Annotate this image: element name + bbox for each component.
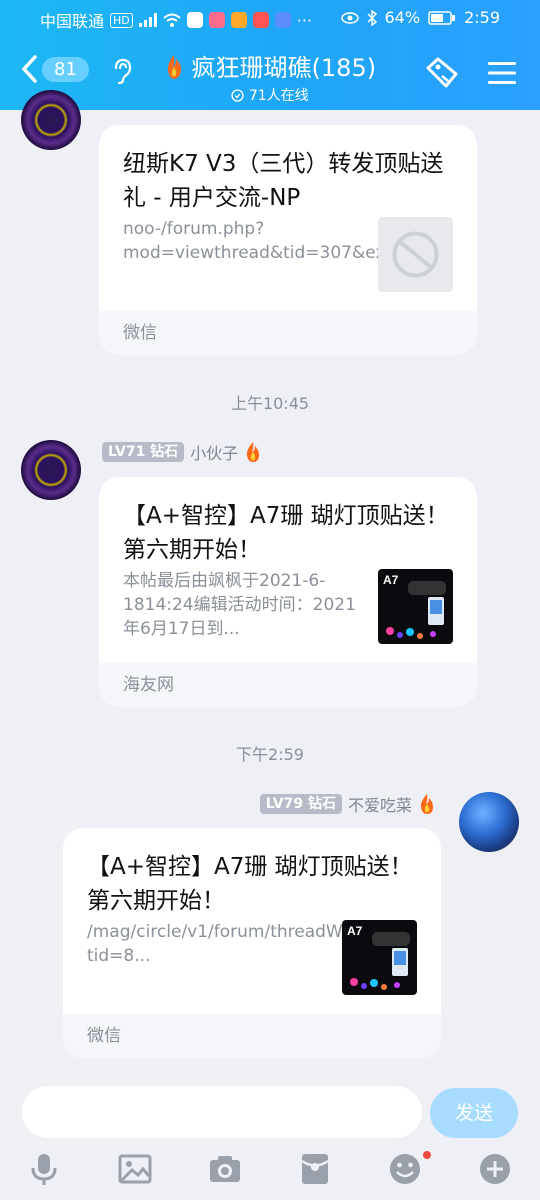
- card-source: 海友网: [99, 663, 477, 707]
- avatar[interactable]: [21, 90, 81, 150]
- timestamp: 下午2:59: [236, 745, 304, 764]
- fire-icon: [420, 794, 433, 814]
- shared-link-card[interactable]: 【A+智控】A7珊 瑚灯顶贴送！ 第六期开始！ /mag/circle/v1/f…: [63, 828, 441, 1058]
- battery-percent: 64%: [384, 8, 421, 27]
- notification-dot: [423, 1151, 431, 1159]
- online-count: 71人在线: [248, 88, 309, 104]
- sender-name[interactable]: 不爱吃菜: [348, 792, 412, 816]
- card-description: 本帖最后由飒枫于2021-6-1814:24编辑活动时间：2021年6月17日到…: [123, 571, 356, 639]
- placeholder-icon: [392, 231, 439, 278]
- app-notification-icon: [274, 12, 291, 28]
- app-notification-icon: [230, 12, 247, 28]
- card-description: noo-/forum.php?mod=viewthread&tid=307&ex…: [123, 219, 402, 263]
- send-button[interactable]: 发送: [430, 1088, 518, 1138]
- level-badge: LV79 钻石: [259, 794, 342, 814]
- card-title: 【A+智控】A7珊 瑚灯顶贴送！ 第六期开始！: [123, 503, 449, 563]
- fire-icon: [247, 442, 260, 462]
- link-thumbnail: A7: [378, 569, 453, 644]
- app-notification-icon: [208, 12, 225, 28]
- battery-icon: [428, 10, 456, 25]
- a7-product-image: A7: [347, 924, 410, 990]
- status-bar: 中国联通 HD ··· 64% 2:59: [0, 0, 540, 36]
- image-icon[interactable]: [118, 1152, 152, 1186]
- card-title: 【A+智控】A7珊 瑚灯顶贴送！ 第六期开始！: [87, 854, 413, 914]
- mic-icon[interactable]: [27, 1152, 61, 1186]
- avatar[interactable]: [21, 440, 81, 500]
- timestamp: 上午10:45: [230, 394, 310, 413]
- input-toolbar: [0, 1150, 540, 1200]
- link-thumbnail: [378, 217, 453, 292]
- card-source: 微信: [63, 1014, 441, 1058]
- menu-icon[interactable]: [488, 60, 516, 86]
- camera-icon[interactable]: [208, 1152, 242, 1186]
- shared-link-card[interactable]: 【A+智控】A7珊 瑚灯顶贴送！ 第六期开始！ 本帖最后由飒枫于2021-6-1…: [99, 477, 477, 707]
- message-input[interactable]: [22, 1086, 422, 1138]
- app-notification-icon: [186, 12, 203, 28]
- plus-icon[interactable]: [478, 1152, 512, 1186]
- thumb-label: A7: [347, 924, 363, 938]
- card-source: 微信: [99, 311, 477, 355]
- tag-icon[interactable]: [424, 56, 460, 90]
- thumb-label: A7: [383, 573, 399, 587]
- chat-title: 疯狂珊瑚礁(185): [191, 54, 377, 82]
- level-badge: LV71 钻石: [102, 442, 185, 462]
- bluetooth-icon: [366, 9, 377, 26]
- app-notification-icon: [252, 12, 269, 28]
- carrier-label: 中国联通: [40, 12, 105, 31]
- eye-icon: [340, 11, 359, 24]
- chat-header: 中国联通 HD ··· 64% 2:59 81 疯狂珊瑚礁(185) 71人在线: [0, 0, 540, 110]
- fire-icon: [167, 55, 181, 79]
- hd-badge: HD: [110, 12, 133, 28]
- wifi-icon: [163, 13, 181, 27]
- red-packet-icon[interactable]: [298, 1152, 332, 1186]
- sender-name[interactable]: 小伙子: [190, 440, 238, 464]
- a7-product-image: A7: [383, 573, 446, 639]
- check-circle-icon: [231, 89, 245, 102]
- signal-icon: [138, 13, 157, 27]
- card-title: 纽斯K7 V3（三代）转发顶贴送礼 - 用户交流-NP: [123, 151, 444, 211]
- avatar[interactable]: [459, 792, 519, 852]
- card-description: /mag/circle/v1/forum/threadWapPage?tid=8…: [87, 922, 414, 966]
- clock: 2:59: [464, 8, 500, 27]
- emoji-icon[interactable]: [388, 1152, 422, 1186]
- more-notifications: ···: [296, 10, 313, 30]
- shared-link-card[interactable]: 纽斯K7 V3（三代）转发顶贴送礼 - 用户交流-NP noo-/forum.p…: [99, 125, 477, 355]
- link-thumbnail: A7: [342, 920, 417, 995]
